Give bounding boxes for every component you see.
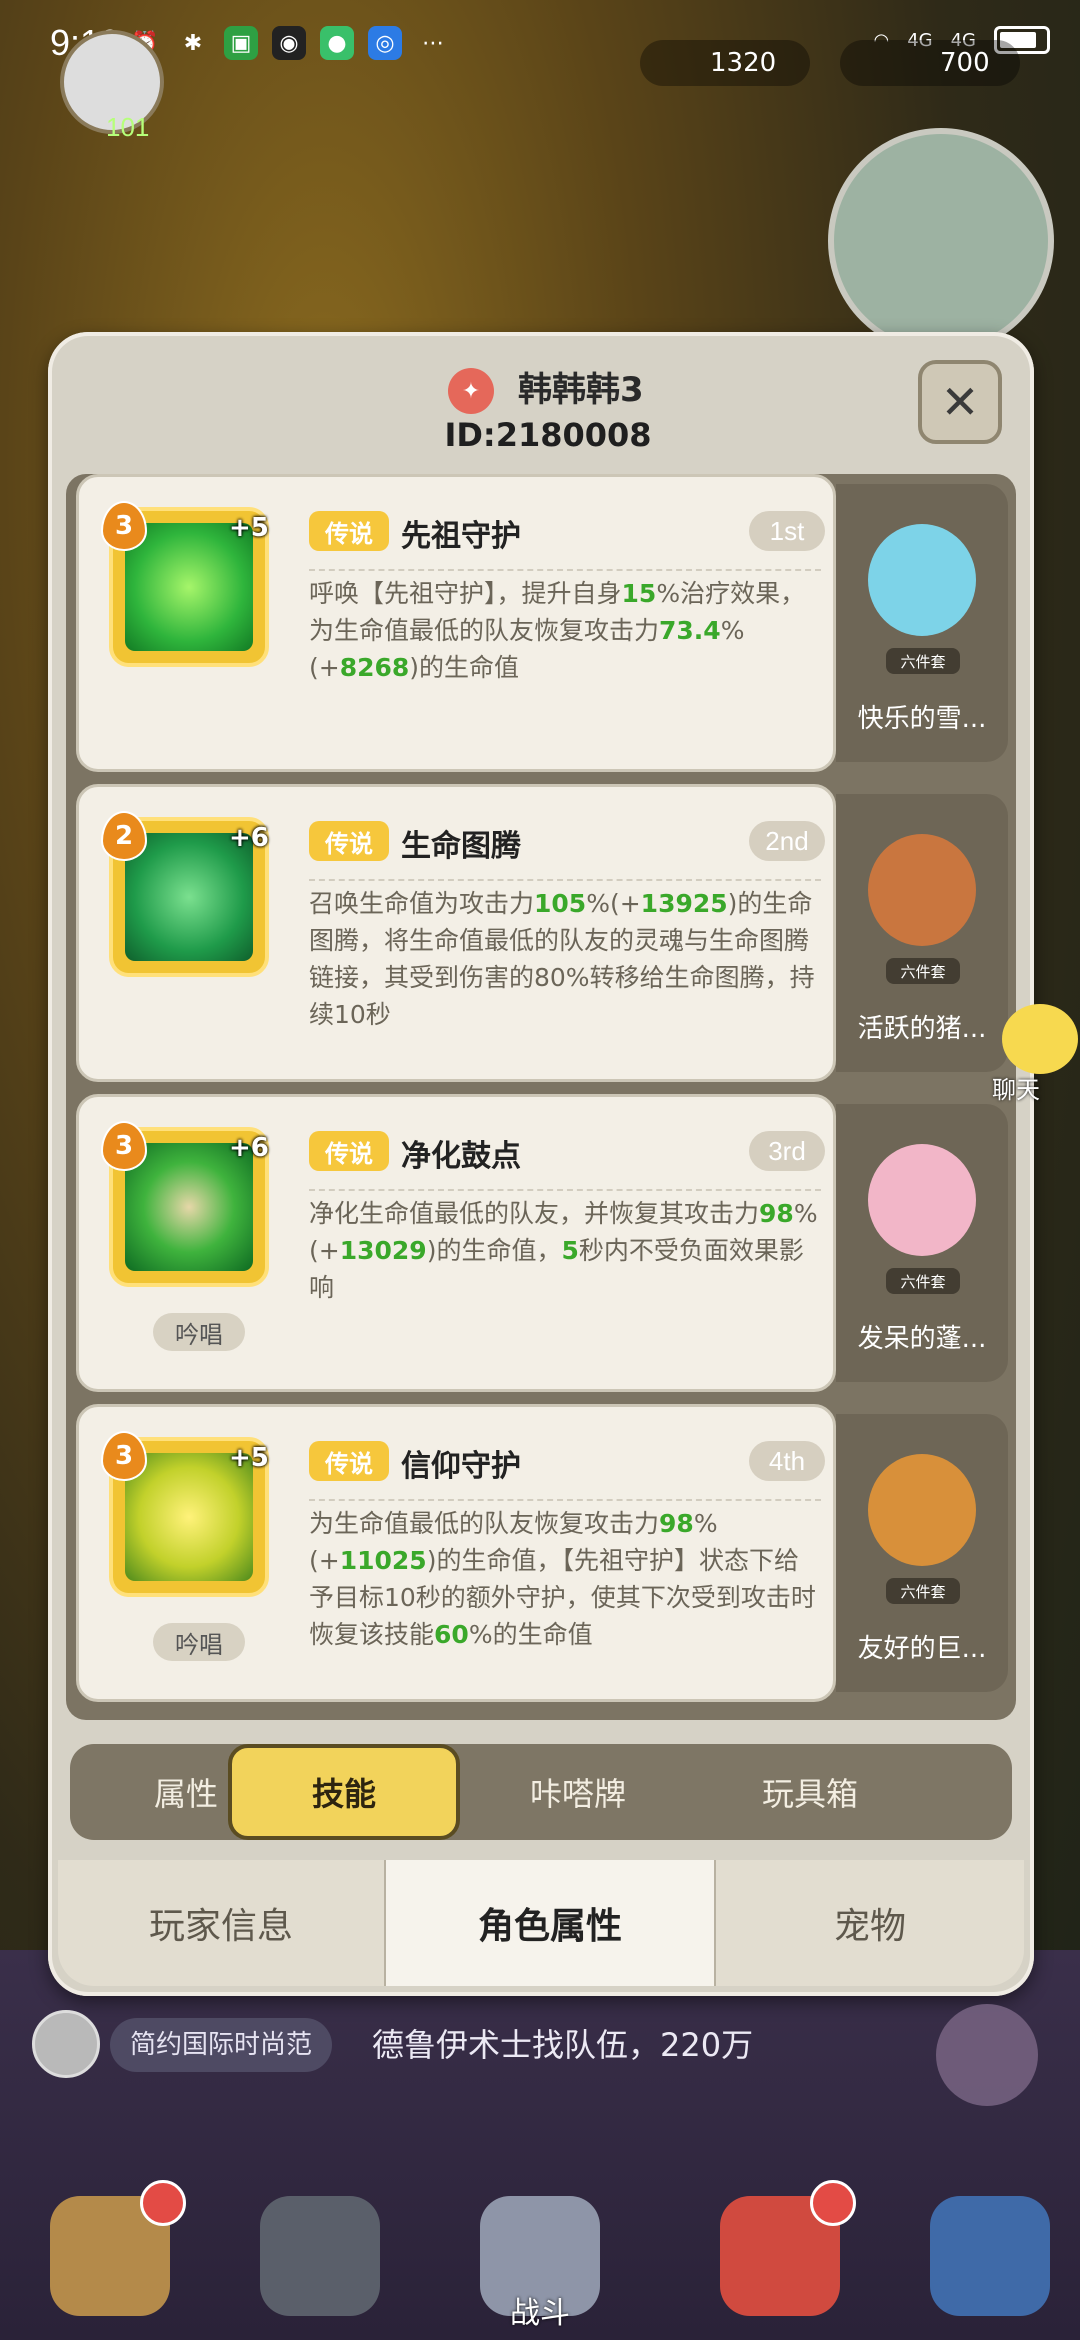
bluetooth-icon: ✱	[183, 30, 203, 56]
set-badge: 六件套	[886, 648, 960, 674]
skill-description: 为生命值最低的队友恢复攻击力98%(+11025)的生命值，【先祖守护】状态下给…	[309, 1499, 821, 1653]
chat-bubble-icon[interactable]	[1002, 1004, 1078, 1074]
nav-item-pets[interactable]	[690, 2176, 870, 2340]
chat-message[interactable]: 简约国际时尚范 德鲁伊术士找队伍，220万	[32, 2010, 932, 2080]
tab-toybox[interactable]: 玩具箱	[694, 1744, 926, 1840]
skill-name: 先祖守护	[401, 519, 521, 554]
skill-card[interactable]: 3 +6 吟唱 传说 净化鼓点 3rd 净化生命值最低的队友，并恢复其攻击力98…	[76, 1094, 836, 1392]
map-icon	[930, 2196, 1050, 2316]
skill-card[interactable]: 2 +6 传说 生命图腾 2nd 召唤生命值为攻击力105%(+13925)的生…	[76, 784, 836, 1082]
pet-name: 发呆的蓬...	[857, 1324, 987, 1354]
player-id: ID:2180008	[444, 416, 652, 454]
coin-counter[interactable]: 1320	[640, 40, 810, 86]
nav-item-map[interactable]	[900, 2176, 1080, 2340]
set-badge: 六件套	[886, 1578, 960, 1604]
nav-item-character[interactable]	[20, 2176, 200, 2340]
tab-cards[interactable]: 咔嗒牌	[462, 1744, 694, 1840]
rarity-tag: 传说	[309, 1441, 389, 1481]
skill-name: 信仰守护	[401, 1449, 521, 1484]
close-button[interactable]: ✕	[918, 360, 1002, 444]
skill-description: 召唤生命值为攻击力105%(+13925)的生命图腾，将生命值最低的队友的灵魂与…	[309, 879, 821, 1033]
tab-skills[interactable]: 技能	[228, 1744, 460, 1840]
skill-card[interactable]: 3 +5 吟唱 传说 信仰守护 4th 为生命值最低的队友恢复攻击力98%(+1…	[76, 1404, 836, 1702]
guild-tag: 简约国际时尚范	[110, 2018, 333, 2072]
skill-plus: +5	[229, 513, 269, 543]
set-badge: 六件套	[886, 1268, 960, 1294]
sender-avatar	[32, 2010, 100, 2078]
skill-plus: +6	[229, 1133, 269, 1163]
pet-slot[interactable]: 六件套 友好的巨...	[836, 1414, 1008, 1692]
notification-dot	[810, 2180, 856, 2226]
message-icon: ●	[320, 26, 354, 60]
player-name: 韩韩韩3	[518, 370, 644, 410]
skill-rank: 2nd	[749, 821, 825, 861]
rarity-tag: 传说	[309, 821, 389, 861]
eye-icon: ◎	[368, 26, 402, 60]
qq-icon: ◉	[272, 26, 306, 60]
hero-icon	[260, 2196, 380, 2316]
skill-plus: +6	[229, 823, 269, 853]
pet-name: 活跃的猪...	[857, 1014, 987, 1044]
player-level: 101	[106, 112, 150, 142]
skill-row[interactable]: 2 +6 传说 生命图腾 2nd 召唤生命值为攻击力105%(+13925)的生…	[76, 784, 1016, 1082]
pet-figure-icon	[868, 524, 976, 636]
pet-figure-icon	[868, 1454, 976, 1566]
battle-label: 战斗	[510, 2296, 570, 2331]
close-icon: ✕	[940, 375, 980, 429]
tab-pets[interactable]: 宠物	[716, 1860, 1024, 1986]
set-badge: 六件套	[886, 958, 960, 984]
android-icon: ▣	[224, 26, 258, 60]
chat-open-button[interactable]	[936, 2004, 1038, 2106]
pet-name: 快乐的雪...	[857, 704, 987, 734]
skill-row[interactable]: 3 +5 传说 先祖守护 1st 呼唤【先祖守护】，提升自身15%治疗效果，为生…	[76, 474, 1016, 772]
chant-badge: 吟唱	[153, 1313, 245, 1351]
skill-row[interactable]: 3 +6 吟唱 传说 净化鼓点 3rd 净化生命值最低的队友，并恢复其攻击力98…	[76, 1094, 1016, 1392]
main-tab-bar: 玩家信息 角色属性 宠物	[58, 1860, 1024, 1986]
player-info-panel: ✦ 韩韩韩3 ID:2180008 ✕ 3 +5 传说 先祖守护 1st 呼唤【…	[48, 332, 1034, 1996]
pet-slot[interactable]: 六件套 活跃的猪...	[836, 794, 1008, 1072]
notification-dot	[140, 2180, 186, 2226]
skill-description: 呼唤【先祖守护】，提升自身15%治疗效果，为生命值最低的队友恢复攻击力73.4%…	[309, 569, 821, 686]
gem-counter[interactable]: 700	[840, 40, 1020, 86]
skill-rank: 1st	[749, 511, 825, 551]
sub-tab-bar: 属性 技能 咔嗒牌 玩具箱	[70, 1744, 1012, 1840]
pet-slot[interactable]: 六件套 快乐的雪...	[836, 484, 1008, 762]
skill-card[interactable]: 3 +5 传说 先祖守护 1st 呼唤【先祖守护】，提升自身15%治疗效果，为生…	[76, 474, 836, 772]
rarity-tag: 传说	[309, 1131, 389, 1171]
skill-name: 生命图腾	[401, 829, 521, 864]
chant-badge: 吟唱	[153, 1623, 245, 1661]
class-badge-icon: ✦	[448, 368, 494, 414]
notification-icons: ⏰ ✱ ▣ ◉ ● ◎ ⋯	[128, 26, 450, 60]
skill-rank: 3rd	[749, 1131, 825, 1171]
skill-name: 净化鼓点	[401, 1139, 521, 1174]
pet-name: 友好的巨...	[857, 1634, 987, 1664]
skill-description: 净化生命值最低的队友，并恢复其攻击力98%(+13029)的生命值，5秒内不受负…	[309, 1189, 821, 1306]
skill-plus: +5	[229, 1443, 269, 1473]
tab-character-attributes[interactable]: 角色属性	[386, 1860, 714, 1986]
skill-rank: 4th	[749, 1441, 825, 1481]
pet-figure-icon	[868, 1144, 976, 1256]
nav-item-hero[interactable]	[230, 2176, 410, 2340]
tab-player-info[interactable]: 玩家信息	[58, 1860, 384, 1986]
pet-slot[interactable]: 六件套 发呆的蓬...	[836, 1104, 1008, 1382]
skill-list[interactable]: 3 +5 传说 先祖守护 1st 呼唤【先祖守护】，提升自身15%治疗效果，为生…	[66, 474, 1016, 1720]
rarity-tag: 传说	[309, 511, 389, 551]
more-icon: ⋯	[422, 30, 444, 56]
skill-row[interactable]: 3 +5 吟唱 传说 信仰守护 4th 为生命值最低的队友恢复攻击力98%(+1…	[76, 1404, 1016, 1702]
chat-label[interactable]: 聊天	[992, 1070, 1040, 1105]
pet-figure-icon	[868, 834, 976, 946]
chat-text: 德鲁伊术士找队伍，220万	[372, 2026, 754, 2064]
minimap[interactable]	[828, 128, 1054, 354]
